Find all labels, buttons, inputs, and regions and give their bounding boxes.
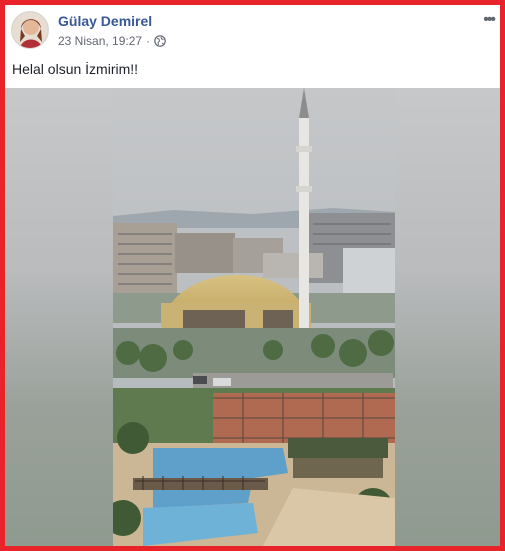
post-meta: 23 Nisan, 19:27 · (58, 34, 166, 48)
profile-photo (12, 12, 48, 48)
video-blur-right (395, 88, 500, 546)
author-name[interactable]: Gülay Demirel (58, 13, 152, 29)
meta-separator: · (146, 34, 151, 48)
post-date[interactable]: 23 Nisan, 19:27 (58, 34, 142, 48)
avatar[interactable] (11, 11, 49, 49)
facebook-post: Gülay Demirel 23 Nisan, 19:27 · ••• Hela… (5, 5, 500, 546)
post-text: Helal olsun İzmirim!! (12, 61, 139, 77)
globe-icon[interactable] (154, 35, 166, 47)
video-blur-left (5, 88, 113, 546)
ellipsis-icon[interactable]: ••• (483, 11, 496, 29)
video-frame (113, 88, 395, 546)
mosque-scene (113, 88, 395, 546)
post-video[interactable] (5, 88, 500, 546)
